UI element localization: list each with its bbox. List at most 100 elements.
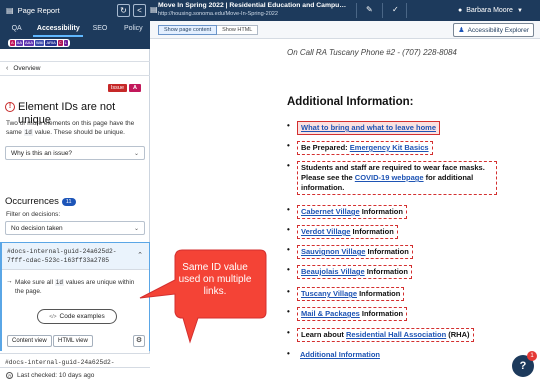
- check-icon[interactable]: ✓: [392, 5, 399, 14]
- link[interactable]: Residential Hall Association: [346, 330, 446, 339]
- link[interactable]: Emergency Kit Basics: [350, 143, 429, 152]
- desc-code: id: [23, 129, 33, 136]
- notification-badge: 1: [527, 351, 537, 361]
- html-view-button[interactable]: HTML view: [53, 335, 93, 347]
- bullet: •: [287, 287, 290, 296]
- standards-row: A AA AAA WAI ARIA C L: [0, 37, 150, 49]
- divider: [406, 3, 407, 18]
- filter-label: Filter on decisions:: [6, 211, 61, 218]
- list-item: • What to bring and what to leave home: [287, 121, 441, 135]
- standards-filter[interactable]: A AA AAA WAI ARIA C L: [8, 39, 70, 47]
- item-text: (RHA): [446, 330, 470, 339]
- flagged-element: Mail & Packages Information: [297, 307, 408, 321]
- why-issue-label: Why is this an issue?: [11, 149, 73, 157]
- tab-accessibility[interactable]: Accessibility: [33, 21, 84, 37]
- list-item: • Beaujolais Village Information: [287, 265, 412, 279]
- list-item: • Sauvignon Village Information: [287, 245, 413, 259]
- link[interactable]: Additional Information: [300, 350, 380, 359]
- accessibility-explorer-label: Accessibility Explorer: [467, 26, 529, 34]
- issue-badge: Issue: [107, 84, 128, 92]
- refresh-icon: ↻: [120, 6, 127, 15]
- bullet: •: [287, 161, 290, 170]
- link[interactable]: Sauvignon Village: [301, 247, 365, 256]
- flagged-element: Learn about Residential Hall Association…: [297, 328, 474, 342]
- link[interactable]: COVID-19 webpage: [355, 173, 424, 182]
- user-menu[interactable]: ● Barbara Moore ▼: [458, 0, 523, 21]
- list-item: • Students and staff are required to wea…: [287, 161, 497, 195]
- refresh-button[interactable]: ↻: [117, 4, 130, 17]
- report-header: ▤ Page Report: [6, 0, 60, 21]
- list-item: • Additional Information: [287, 349, 383, 361]
- instruction-part: Make sure all: [15, 279, 55, 286]
- item-text: Information: [359, 309, 404, 318]
- link[interactable]: What to bring and what to leave home: [301, 123, 436, 132]
- bullet: •: [287, 141, 290, 150]
- bullet: •: [287, 121, 290, 130]
- report-title: Page Report: [17, 6, 60, 15]
- item-text: Be Prepared:: [301, 143, 350, 152]
- bullet: •: [287, 349, 290, 358]
- issue-badges: Issue A: [107, 84, 141, 92]
- page-info[interactable]: Move In Spring 2022 | Residential Educat…: [158, 2, 348, 18]
- section-heading: Additional Information:: [287, 96, 414, 108]
- last-checked-text: Last checked: 10 days ago: [17, 372, 95, 379]
- why-issue-dropdown[interactable]: Why is this an issue? ⌄: [5, 146, 145, 160]
- bullet: •: [287, 328, 290, 337]
- list-item: • Tuscany Village Information: [287, 287, 405, 301]
- link[interactable]: Verdot Village: [301, 227, 350, 236]
- flagged-element: Sauvignon Village Information: [297, 245, 413, 259]
- list-item: • Be Prepared: Emergency Kit Basics: [287, 141, 433, 155]
- tab-seo[interactable]: SEO: [83, 21, 116, 37]
- link[interactable]: Mail & Packages: [301, 309, 360, 318]
- item-text: Information: [350, 227, 394, 236]
- standard-badge: L: [63, 40, 68, 46]
- code-icon: </>: [49, 314, 57, 320]
- last-checked-footer: ◷ Last checked: 10 days ago: [0, 367, 150, 383]
- decision-dropdown[interactable]: No decision taken ⌄: [5, 221, 145, 235]
- standard-badge: A: [10, 40, 15, 46]
- plain-element: Additional Information: [297, 349, 383, 361]
- page-icon: ▤: [150, 5, 158, 14]
- flagged-element: Verdot Village Information: [297, 225, 398, 239]
- accessibility-explorer-button[interactable]: ♟ Accessibility Explorer: [453, 23, 534, 37]
- bullet: •: [287, 265, 290, 274]
- item-text: Learn about: [301, 330, 347, 339]
- tab-policy[interactable]: Policy: [117, 21, 150, 37]
- share-icon: <: [137, 6, 142, 15]
- edit-icon[interactable]: ✎: [366, 5, 373, 14]
- standard-badge: AAA: [24, 40, 35, 46]
- callout-text: Same ID value used on multiple links.: [178, 262, 252, 297]
- overview-link[interactable]: ‹ Overview: [0, 61, 150, 76]
- link[interactable]: Cabernet Village: [301, 207, 360, 216]
- link[interactable]: Beaujolais Village: [301, 267, 365, 276]
- flagged-element: Be Prepared: Emergency Kit Basics: [297, 141, 433, 155]
- show-page-content-button[interactable]: Show page content: [158, 25, 218, 35]
- occurrence-guid: #docs-internal-guid-24a625d2-7fff-cdac-5…: [7, 248, 117, 264]
- share-button[interactable]: <: [133, 4, 146, 17]
- item-text: Information: [357, 289, 401, 298]
- show-html-button[interactable]: Show HTML: [217, 25, 259, 35]
- page-title: Move In Spring 2022 | Residential Educat…: [158, 2, 348, 9]
- accessibility-icon: ♟: [458, 27, 465, 34]
- overview-label: Overview: [13, 65, 41, 72]
- list-item: • Cabernet Village Information: [287, 205, 407, 219]
- page-url: http://housing.sonoma.edu/Move-In-Spring…: [158, 11, 279, 17]
- divider: [382, 3, 383, 18]
- bullet: •: [287, 307, 290, 316]
- chevron-left-icon: ‹: [6, 65, 9, 72]
- question-icon: ?: [519, 360, 527, 372]
- chevron-down-icon: ⌄: [133, 150, 139, 157]
- report-tabs: QA Accessibility SEO Policy: [0, 21, 150, 37]
- code-examples-button[interactable]: </> Code examples: [37, 309, 117, 324]
- link[interactable]: Tuscany Village: [301, 289, 357, 298]
- flagged-element: Beaujolais Village Information: [297, 265, 412, 279]
- preview-toolbar: Show page content Show HTML ♟ Accessibil…: [150, 21, 540, 39]
- page-report-icon: ▤: [6, 6, 14, 15]
- error-icon: !: [5, 102, 15, 112]
- occurrences-count: 11: [61, 197, 76, 206]
- view-toggle: Show page content Show HTML: [158, 25, 259, 35]
- tab-qa[interactable]: QA: [0, 21, 33, 37]
- content-view-button[interactable]: Content view: [7, 335, 52, 347]
- code-examples-label: Code examples: [59, 313, 105, 320]
- flagged-element: Tuscany Village Information: [297, 287, 405, 301]
